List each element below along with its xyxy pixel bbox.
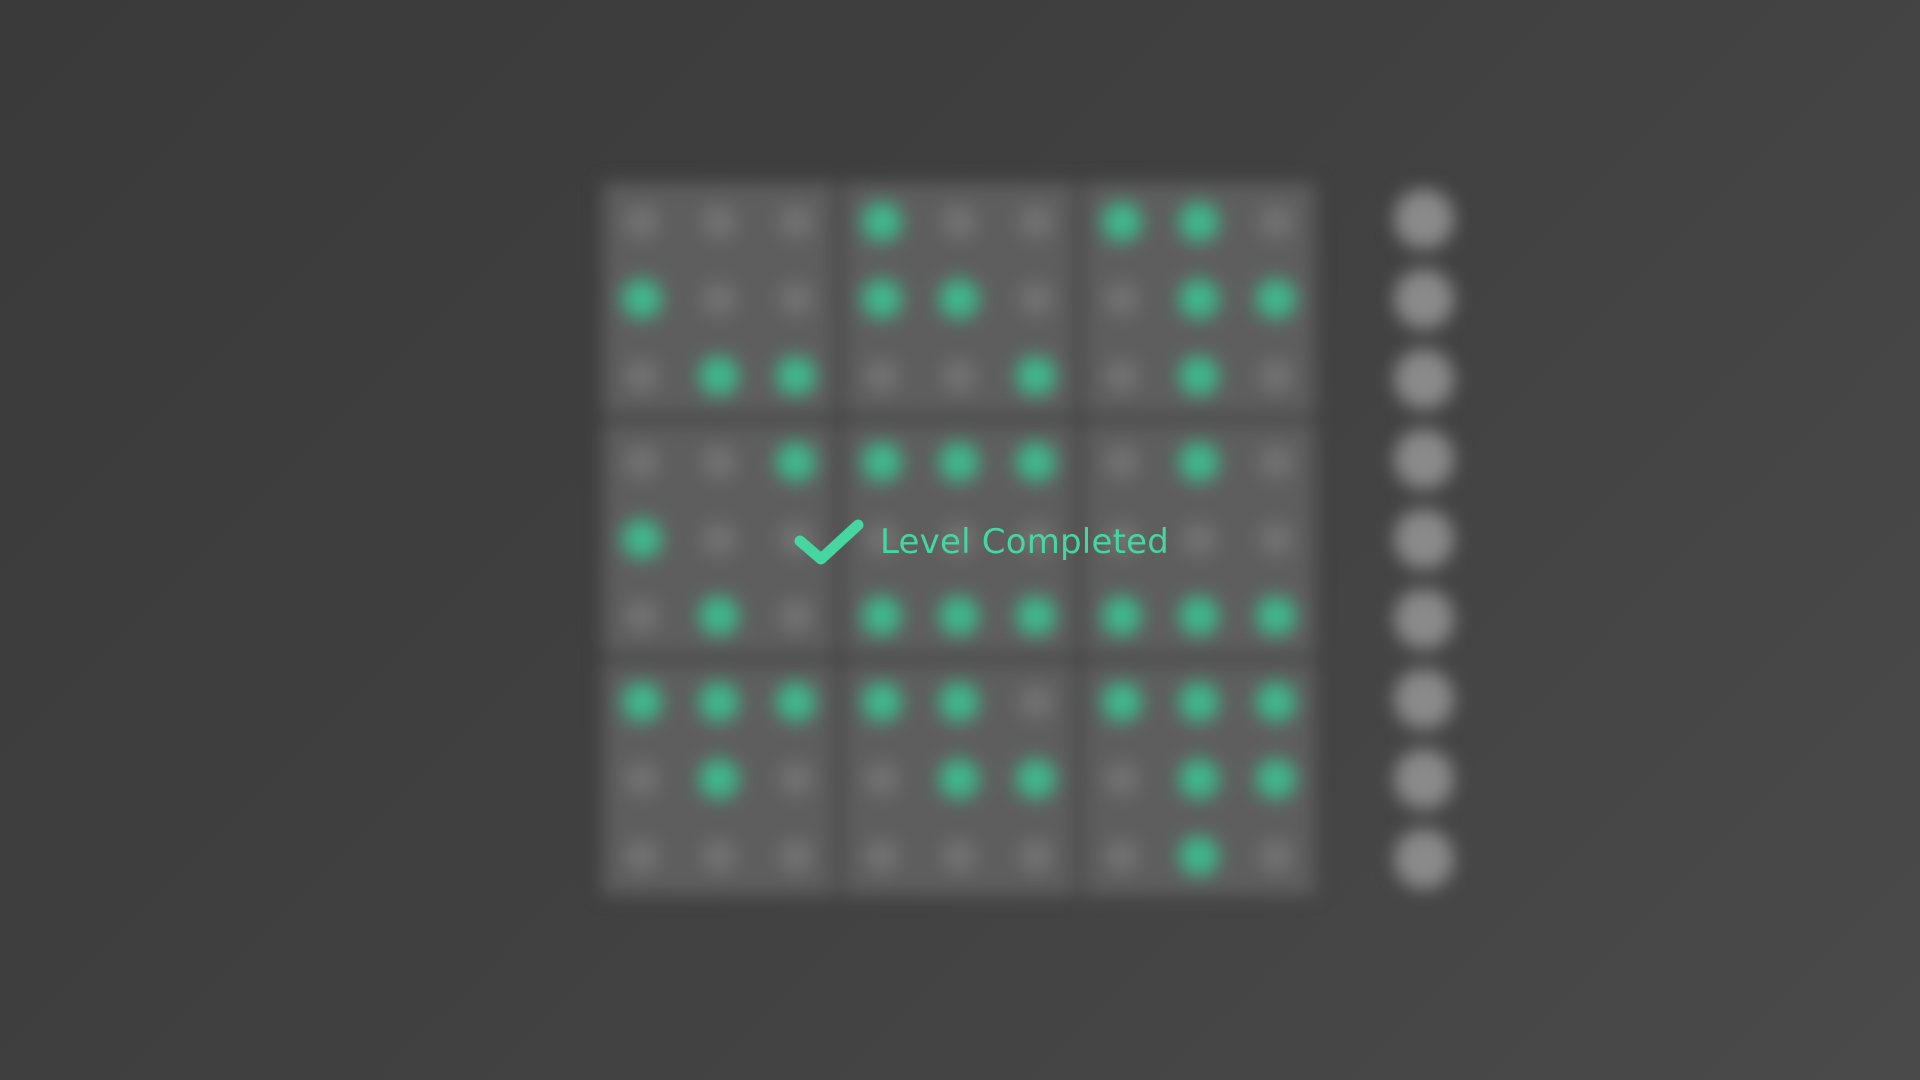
level-complete-message: Level Completed	[880, 522, 1169, 562]
level-complete-banner: Level Completed	[794, 510, 1169, 574]
level-complete-overlay: Level Completed	[0, 0, 1920, 1080]
check-icon	[794, 519, 864, 565]
